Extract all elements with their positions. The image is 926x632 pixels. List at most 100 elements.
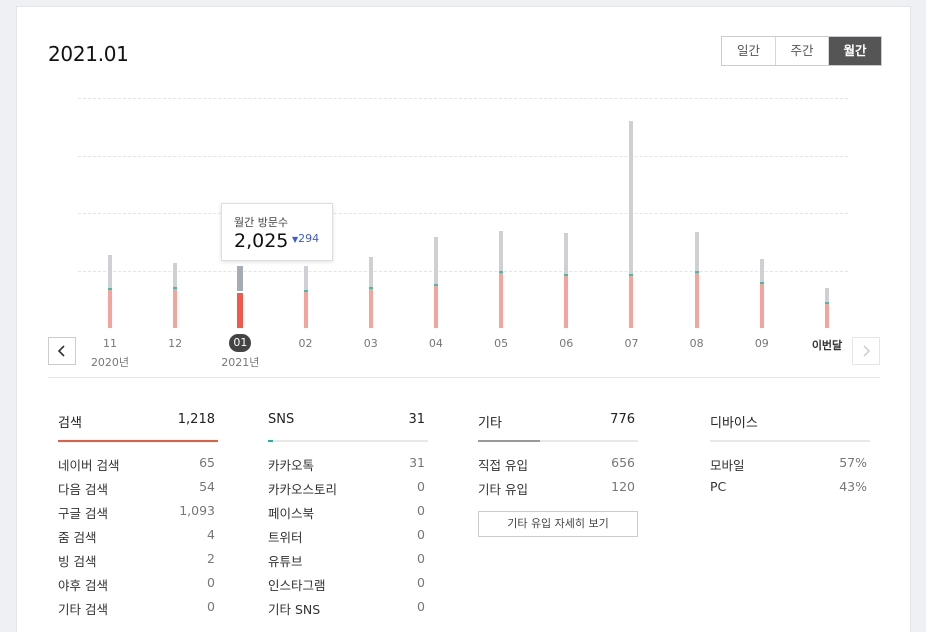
x-tick-label[interactable]: 11	[90, 337, 130, 350]
etc-detail-button[interactable]: 기타 유입 자세히 보기	[478, 511, 638, 537]
sns-row-value: 0	[417, 551, 425, 566]
year-label: 2020년	[90, 356, 130, 369]
search-row-value: 65	[199, 455, 215, 470]
bar-separator	[759, 282, 764, 284]
sns-row: 카카오톡 31	[268, 455, 428, 479]
tab-weekly[interactable]: 주간	[775, 37, 828, 65]
x-tick-label[interactable]: 04	[416, 337, 456, 350]
x-tick-label[interactable]: 03	[351, 337, 391, 350]
bar-other[interactable]	[564, 233, 569, 274]
bar-visitors[interactable]	[694, 273, 699, 328]
sns-underline	[268, 440, 428, 442]
period-toggle: 일간 주간 월간	[721, 36, 882, 66]
search-row-value: 0	[207, 599, 215, 614]
next-button[interactable]	[852, 337, 880, 365]
sns-row-value: 0	[417, 599, 425, 614]
search-row-value: 0	[207, 575, 215, 590]
sns-row-value: 0	[417, 527, 425, 542]
etc-underline	[478, 440, 638, 442]
x-tick-label[interactable]: 09	[742, 337, 782, 350]
tooltip-change-value: 294	[298, 232, 320, 245]
search-row-label: 야후 검색	[58, 578, 108, 593]
bar-visitors[interactable]	[564, 276, 569, 328]
bar-separator	[433, 284, 438, 286]
bar-other[interactable]	[368, 257, 373, 287]
search-row: 구글 검색 1,093	[58, 503, 218, 527]
search-row-label: 구글 검색	[58, 506, 108, 521]
sns-total: 31	[408, 412, 425, 427]
sns-row-value: 0	[417, 503, 425, 518]
bar-separator	[237, 291, 244, 293]
bar-visitors[interactable]	[303, 292, 308, 328]
bar-visitors[interactable]	[759, 284, 764, 328]
bar-separator	[173, 287, 178, 289]
bar-other[interactable]	[759, 259, 764, 282]
search-row-label: 빙 검색	[58, 554, 97, 569]
search-row-value: 54	[199, 479, 215, 494]
bar-separator	[108, 288, 112, 290]
x-tick-label[interactable]: 02	[286, 337, 326, 350]
sns-row-label: 트위터	[268, 530, 303, 545]
etc-row-label: 직접 유입	[478, 458, 528, 473]
sns-row-value: 0	[417, 575, 425, 590]
search-row-label: 기타 검색	[58, 602, 108, 617]
sns-row: 트위터 0	[268, 527, 428, 551]
chevron-left-icon	[57, 345, 65, 357]
etc-header: 기타 776	[478, 412, 638, 432]
bar-other[interactable]	[173, 263, 178, 287]
tab-monthly[interactable]: 월간	[828, 37, 881, 65]
x-tick-label[interactable]: 08	[677, 337, 717, 350]
bar-separator	[499, 271, 504, 273]
sns-share-bar	[268, 440, 273, 442]
bar-other[interactable]	[108, 255, 112, 288]
chevron-right-icon	[863, 345, 871, 357]
x-tick-label[interactable]: 05	[481, 337, 521, 350]
search-share-bar	[58, 440, 218, 442]
selected-month-badge[interactable]: 01	[229, 334, 252, 352]
bar-other[interactable]	[629, 121, 634, 274]
bar-visitors[interactable]	[825, 304, 829, 328]
etc-row-value: 120	[611, 479, 635, 494]
bar-other[interactable]	[499, 231, 504, 271]
device-row: PC 43%	[710, 479, 870, 503]
x-tick-label[interactable]: 06	[546, 337, 586, 350]
x-tick-label[interactable]: 이번달	[807, 337, 847, 353]
bar-other[interactable]	[433, 237, 438, 284]
bar-visitors[interactable]	[433, 286, 438, 328]
grid-line	[78, 271, 848, 272]
device-row-label: 모바일	[710, 458, 745, 473]
prev-button[interactable]	[48, 337, 76, 365]
bar-other[interactable]	[694, 232, 699, 271]
bar-visitors[interactable]	[629, 276, 634, 328]
search-underline	[58, 440, 218, 442]
device-header: 디바이스	[710, 412, 870, 432]
search-row-label: 줌 검색	[58, 530, 97, 545]
page-title: 2021.01	[48, 42, 129, 66]
etc-title: 기타	[478, 416, 502, 431]
device-row-value: 57%	[839, 455, 867, 470]
sns-row: 유튜브 0	[268, 551, 428, 575]
tab-daily[interactable]: 일간	[722, 37, 775, 65]
bar-other[interactable]	[237, 266, 244, 291]
x-tick-label[interactable]: 07	[611, 337, 651, 350]
sns-row-label: 카카오스토리	[268, 482, 338, 497]
search-row: 줌 검색 4	[58, 527, 218, 551]
sns-row: 페이스북 0	[268, 503, 428, 527]
bar-visitors[interactable]	[499, 273, 504, 328]
bar-other[interactable]	[303, 266, 308, 290]
search-header: 검색 1,218	[58, 412, 218, 432]
bar-visitors[interactable]	[237, 293, 244, 328]
search-row-value: 4	[207, 527, 215, 542]
bar-other[interactable]	[825, 288, 829, 302]
device-title: 디바이스	[710, 416, 758, 431]
bar-visitors[interactable]	[368, 289, 373, 328]
bar-separator	[303, 290, 308, 292]
x-tick-label[interactable]: 12	[155, 337, 195, 350]
bar-visitors[interactable]	[108, 290, 112, 328]
sns-row-value: 31	[409, 455, 425, 470]
search-row: 기타 검색 0	[58, 599, 218, 623]
search-row: 네이버 검색 65	[58, 455, 218, 479]
sns-row-label: 카카오톡	[268, 458, 315, 473]
bar-visitors[interactable]	[173, 289, 178, 328]
search-row-label: 다음 검색	[58, 482, 108, 497]
